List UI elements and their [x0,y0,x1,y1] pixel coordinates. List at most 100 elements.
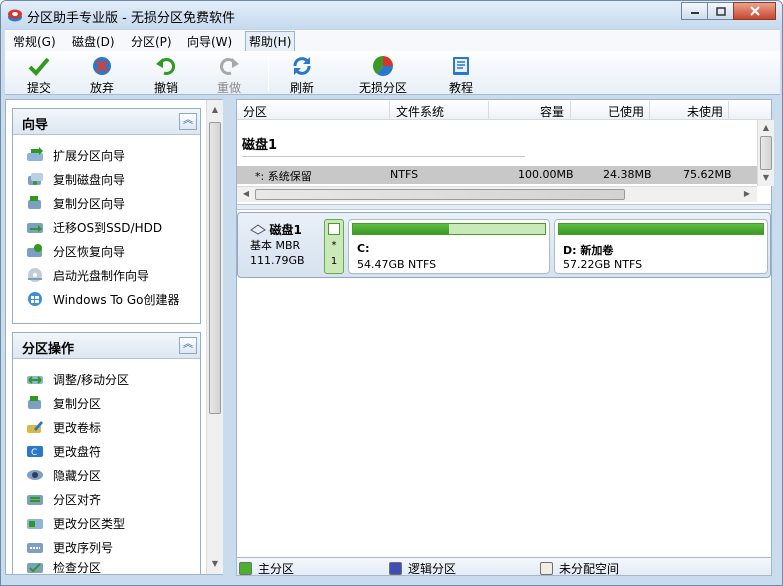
partition-type-icon [27,519,43,529]
scroll-up-icon[interactable]: ▲ [760,122,772,134]
disk-group-divider [242,156,525,157]
wizard-panel-header: 向导 ︽ [13,109,200,135]
lossless-button[interactable]: 无损分区 [352,54,414,96]
ops-item-change-type[interactable]: 更改分区类型 [26,513,125,533]
legend-bar: 主分区 逻辑分区 未分配空间 [236,557,772,576]
drive-letter-icon: C [27,446,43,458]
partition-recovery-icon [27,244,42,257]
legend-logical: 逻辑分区 [389,560,456,577]
menu-partition[interactable]: 分区(P) [131,33,172,50]
scroll-left-icon[interactable]: ◀ [240,188,252,200]
wizard-item-boot-disc[interactable]: 启动光盘制作向导 [26,265,149,285]
refresh-button[interactable]: 刷新 [272,54,332,96]
ops-item-resize-move[interactable]: 调整/移动分区 [26,369,129,389]
redo-icon [219,57,239,75]
ops-item-label: 检查分区 [53,561,102,573]
wizard-item-windows-to-go[interactable]: Windows To Go创建器 [26,289,179,309]
menu-disk[interactable]: 磁盘(D) [72,33,115,50]
edit-label-icon [27,421,43,433]
disk-icon [250,224,266,235]
redo-button[interactable]: 重做 [199,54,259,96]
ops-item-change-serial[interactable]: 更改序列号 [26,537,113,557]
ops-item-label: 分区对齐 [53,492,102,507]
list-disk-label[interactable]: 磁盘1 [242,134,277,153]
usage-bar-fill [559,224,763,234]
menu-bar: 常规(G) 磁盘(D) 分区(P) 向导(W) 帮助(H) [5,29,780,52]
wizard-item-partition-recovery[interactable]: 分区恢复向导 [26,241,125,261]
menu-wizard[interactable]: 向导(W) [187,33,232,50]
disk-size: 111.79GB [250,254,305,267]
wizard-item-copy-disk[interactable]: 复制磁盘向导 [26,169,125,189]
scroll-down-icon[interactable]: ▼ [209,558,221,570]
disk-info[interactable]: 磁盘1 基本 MBR 111.79GB [250,223,305,268]
wizard-item-extend[interactable]: 扩展分区向导 [26,145,125,165]
discard-button[interactable]: 放弃 [72,54,132,96]
cell-used: 24.38MB [603,168,652,181]
undo-icon [156,57,176,75]
pane-splitter[interactable] [237,204,771,210]
partition-block-d[interactable]: D: 新加卷 57.22GB NTFS [554,219,768,274]
col-divider[interactable] [570,101,571,119]
col-divider[interactable] [649,101,650,119]
scroll-thumb[interactable] [760,136,772,170]
left-pane-scrollbar[interactable]: ▲ ▼ [206,100,223,574]
scroll-thumb[interactable] [255,189,625,200]
wizard-collapse-button[interactable]: ︽ [179,113,197,130]
ops-panel: 分区操作 ︽ 调整/移动分区 复制分区 更改卷标 C 更改盘符 隐藏分区 分区对齐… [12,332,201,574]
col-used[interactable]: 已使用 [608,103,644,120]
cell-capacity: 100.00MB [518,168,574,181]
scroll-thumb[interactable] [209,122,221,414]
ops-item-change-letter[interactable]: C 更改盘符 [26,441,101,461]
boot-disc-icon [28,268,42,282]
scroll-right-icon[interactable]: ▶ [741,188,753,200]
disk-map: 磁盘1 基本 MBR 111.79GB * 1 C: 54.47GB NTFS … [237,212,771,278]
menu-help[interactable]: 帮助(H) [245,31,296,52]
wizard-item-label: 复制分区向导 [53,196,126,211]
col-filesystem[interactable]: 文件系统 [396,103,444,120]
legend-label: 逻辑分区 [408,562,457,576]
lossless-label: 无损分区 [358,81,407,95]
col-capacity[interactable]: 容量 [540,103,564,120]
table-row[interactable]: *: 系统保留 NTFS 100.00MB 24.38MB 75.62MB [237,166,757,184]
copy-partition-icon [28,396,41,409]
col-free[interactable]: 未使用 [687,103,723,120]
undo-button[interactable]: 撤销 [136,54,196,96]
ops-item-copy-partition[interactable]: 复制分区 [26,393,101,413]
wizard-item-copy-partition[interactable]: 复制分区向导 [26,193,125,213]
minimize-button[interactable] [681,2,708,20]
wizard-item-migrate-os[interactable]: 迁移OS到SSD/HDD [26,217,162,237]
ops-item-label: 更改盘符 [53,444,102,459]
partition-block-c[interactable]: C: 54.47GB NTFS [348,219,550,274]
maximize-button[interactable] [707,2,734,20]
copy-disk-icon [28,173,43,185]
col-divider[interactable] [488,101,489,119]
list-vscrollbar[interactable]: ▲ ▼ [757,120,774,186]
small-part-label: * [331,240,337,251]
system-reserved-partition-block[interactable]: * 1 [324,219,344,274]
left-task-pane: 向导 ︽ 扩展分区向导 复制磁盘向导 复制分区向导 迁移OS到SSD/HDD 分… [5,99,223,575]
legend-primary: 主分区 [239,560,294,577]
col-partition[interactable]: 分区 [243,103,267,120]
wizard-item-label: 迁移OS到SSD/HDD [53,220,163,235]
ops-collapse-button[interactable]: ︽ [179,337,197,354]
ops-item-align-partition[interactable]: 分区对齐 [26,489,101,509]
app-logo-icon [8,9,22,22]
tutorial-button[interactable]: 教程 [431,54,491,96]
ops-item-label: 更改分区类型 [53,516,126,531]
align-icon [27,495,43,505]
copy-partition-icon [28,196,41,209]
cell-free: 75.62MB [683,168,732,181]
col-divider[interactable] [728,101,729,119]
close-button[interactable] [733,2,776,20]
disk-name: 磁盘1 [269,223,302,237]
scroll-up-icon[interactable]: ▲ [209,104,221,116]
ops-item-change-label[interactable]: 更改卷标 [26,417,101,437]
list-hscrollbar[interactable]: ◀ ▶ [237,186,757,202]
scroll-down-icon[interactable]: ▼ [760,172,772,184]
col-divider[interactable] [389,101,390,119]
ops-item-hide-partition[interactable]: 隐藏分区 [26,465,101,485]
partition-label: D: 新加卷 [563,244,614,257]
ops-item-check-partition[interactable]: 检查分区 [26,559,101,573]
commit-button[interactable]: 提交 [9,54,69,96]
menu-general[interactable]: 常规(G) [13,33,56,50]
